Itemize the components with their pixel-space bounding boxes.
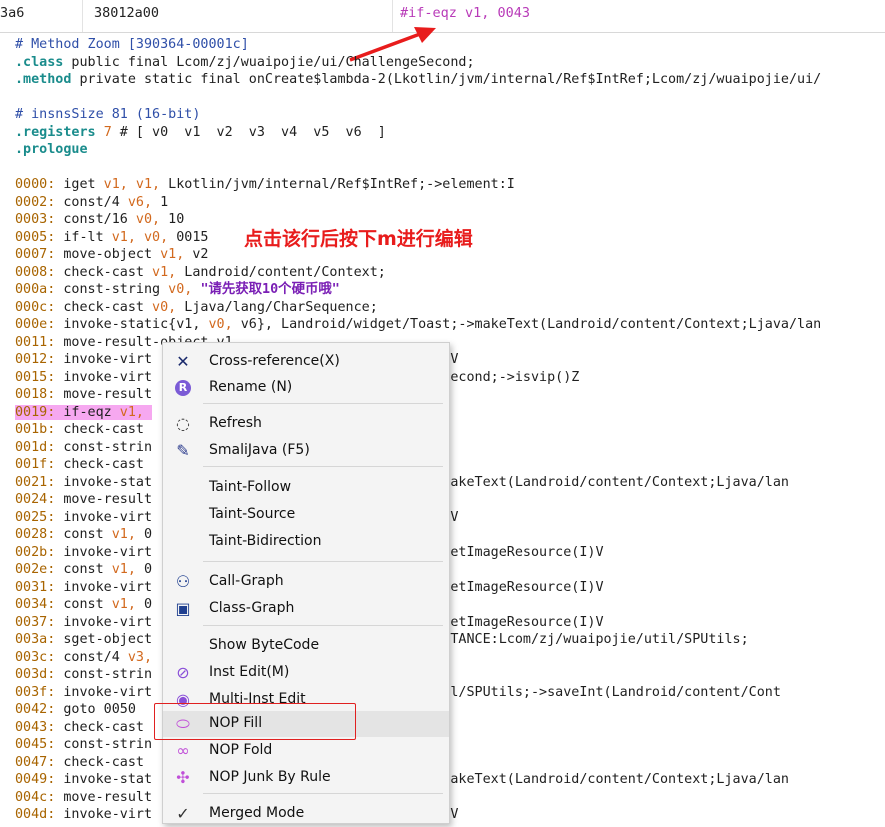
inst-edit-icon: ⊘	[176, 663, 190, 682]
class-graph-icon: ▣	[175, 599, 191, 618]
smalijava-icon: ✎	[176, 441, 190, 460]
code-line[interactable]: 0028: const v1, 0	[15, 526, 885, 544]
menu-item-nop-fold[interactable]: ∞ NOP Fold	[163, 738, 449, 764]
menu-item-label: NOP Fold	[209, 742, 273, 758]
code-line[interactable]: 0018: move-result	[15, 386, 885, 404]
code-line[interactable]: # Method Zoom [390364-00001c]	[15, 36, 885, 54]
menu-divider	[203, 466, 443, 467]
code-line[interactable]: 003d: const-strin	[15, 666, 885, 684]
code-line[interactable]: 000e: invoke-static{v1, v0, v6}, Landroi…	[15, 316, 885, 334]
code-line[interactable]: 0011: move-result-object v1	[15, 334, 885, 352]
menu-item-label: SmaliJava (F5)	[209, 442, 310, 458]
call-graph-icon: ⚇	[175, 572, 191, 591]
menu-item-cross-reference-x[interactable]: ✕ Cross-reference(X)	[163, 349, 449, 375]
menu-item-label: Taint-Source	[209, 506, 296, 522]
menu-item-label: Taint-Bidirection	[209, 533, 322, 549]
code-line[interactable]: 003c: const/4 v3,	[15, 649, 885, 667]
menu-item-label: Inst Edit(M)	[209, 664, 290, 680]
code-line[interactable]: 001b: check-cast	[15, 421, 885, 439]
menu-item-label: Cross-reference(X)	[209, 353, 340, 369]
menu-item-taint-bidirection[interactable]: Taint-Bidirection	[163, 529, 449, 555]
menu-item-inst-edit-m[interactable]: ⊘ Inst Edit(M)	[163, 660, 449, 686]
code-line[interactable]: 0037: invoke-virt eView;->setImageResour…	[15, 614, 885, 632]
menu-item-refresh[interactable]: ◌ Refresh	[163, 411, 449, 437]
code-line[interactable]: 0049: invoke-stat Toast;->makeText(Landr…	[15, 771, 885, 789]
smali-code-view[interactable]: # Method Zoom [390364-00001c] .class publ…	[15, 36, 885, 824]
code-line[interactable]: 0045: const-strin	[15, 736, 885, 754]
code-line[interactable]: 0012: invoke-virt ;->show()V	[15, 351, 885, 369]
code-line[interactable]: 0025: invoke-virt ;->show()V	[15, 509, 885, 527]
annotation-text: 点击该行后按下m进行编辑	[244, 228, 473, 250]
menu-item-merged-mode[interactable]: ✓ Merged Mode	[163, 801, 449, 827]
code-line[interactable]: 0019: if-eqz v1,	[15, 404, 885, 422]
menu-item-label: Show ByteCode	[209, 637, 320, 653]
code-line[interactable]: 002b: invoke-virt eView;->setImageResour…	[15, 544, 885, 562]
code-line[interactable]: 0024: move-result	[15, 491, 885, 509]
menu-divider	[203, 793, 443, 794]
context-menu: ✕ Cross-reference(X) R Rename (N) ◌ Refresh ✎ S…	[162, 342, 450, 824]
code-line[interactable]: 004d: invoke-virt ;->show()V	[15, 806, 885, 824]
menu-item-label: Merged Mode	[209, 805, 305, 821]
cross-reference-icon: ✕	[176, 352, 190, 371]
code-line[interactable]: 0002: const/4 v6, 1	[15, 194, 885, 212]
menu-item-label: Rename (N)	[209, 379, 293, 395]
code-line[interactable]: 0000: iget v1, v1, Lkotlin/jvm/internal/…	[15, 176, 885, 194]
code-line[interactable]: 000a: const-string v0, "请先获取10个硬币哦"	[15, 281, 885, 299]
code-line[interactable]: # insnsSize 81 (16-bit)	[15, 106, 885, 124]
code-line[interactable]: 000c: check-cast v0, Ljava/lang/CharSequ…	[15, 299, 885, 317]
menu-divider	[203, 625, 443, 626]
code-line[interactable]: 001d: const-strin	[15, 439, 885, 457]
code-line[interactable]: 0008: check-cast v1, Landroid/content/Co…	[15, 264, 885, 282]
menu-item-show-bytecode[interactable]: Show ByteCode	[163, 633, 449, 659]
rename-icon: R	[175, 380, 191, 396]
menu-item-call-graph[interactable]: ⚇ Call-Graph	[163, 569, 449, 595]
menu-item-smalijava-f5[interactable]: ✎ SmaliJava (F5)	[163, 438, 449, 464]
header-offset: 3a6	[0, 5, 25, 21]
menu-item-taint-source[interactable]: Taint-Source	[163, 502, 449, 528]
code-line[interactable]	[15, 89, 885, 107]
menu-divider	[203, 403, 443, 404]
code-line[interactable]: 0021: invoke-stat Toast;->makeText(Landr…	[15, 474, 885, 492]
menu-item-rename-n[interactable]: R Rename (N)	[163, 375, 449, 401]
menu-divider	[203, 561, 443, 562]
menu-item-class-graph[interactable]: ▣ Class-Graph	[163, 596, 449, 622]
code-line[interactable]: 002e: const v1, 0	[15, 561, 885, 579]
code-line[interactable]: .class public final Lcom/zj/wuaipojie/ui…	[15, 54, 885, 72]
menu-item-nop-junk-by-rule[interactable]: ✣ NOP Junk By Rule	[163, 765, 449, 791]
nop-fold-icon: ∞	[176, 741, 190, 760]
code-line[interactable]: 0042: goto 0050	[15, 701, 885, 719]
code-line[interactable]: 0015: invoke-virt hallengeSecond;->isvip…	[15, 369, 885, 387]
code-line[interactable]: 003a: sget-object ils;->INSTANCE:Lcom/zj…	[15, 631, 885, 649]
menu-item-label: Refresh	[209, 415, 262, 431]
refresh-icon: ◌	[176, 414, 190, 433]
menu-item-taint-follow[interactable]: Taint-Follow	[163, 475, 449, 501]
code-line[interactable]	[15, 159, 885, 177]
code-line[interactable]: .method private static final onCreate$la…	[15, 71, 885, 89]
code-line[interactable]: 001f: check-cast	[15, 456, 885, 474]
menu-item-label: Taint-Follow	[209, 479, 292, 495]
check-icon: ✓	[176, 804, 190, 823]
menu-item-label: NOP Junk By Rule	[209, 769, 331, 785]
code-line[interactable]: .registers 7 # [ v0 v1 v2 v3 v4 v5 v6 ]	[15, 124, 885, 142]
code-line[interactable]: 0043: check-cast	[15, 719, 885, 737]
header-bytes: 38012a00	[94, 5, 160, 21]
code-line[interactable]: 003f: invoke-virt pojie/util/SPUtils;->s…	[15, 684, 885, 702]
nop-fill-highlight-box	[154, 703, 356, 740]
code-line[interactable]: 004c: move-result	[15, 789, 885, 807]
menu-item-label: Call-Graph	[209, 573, 284, 589]
code-line[interactable]: 0047: check-cast	[15, 754, 885, 772]
code-line[interactable]: 0031: invoke-virt eView;->setImageResour…	[15, 579, 885, 597]
menu-item-label: Class-Graph	[209, 600, 295, 616]
code-line[interactable]: .prologue	[15, 141, 885, 159]
code-line[interactable]: 0034: const v1, 0	[15, 596, 885, 614]
header-instruction: #if-eqz v1, 0043	[400, 5, 531, 21]
nop-junk-icon: ✣	[176, 768, 190, 787]
